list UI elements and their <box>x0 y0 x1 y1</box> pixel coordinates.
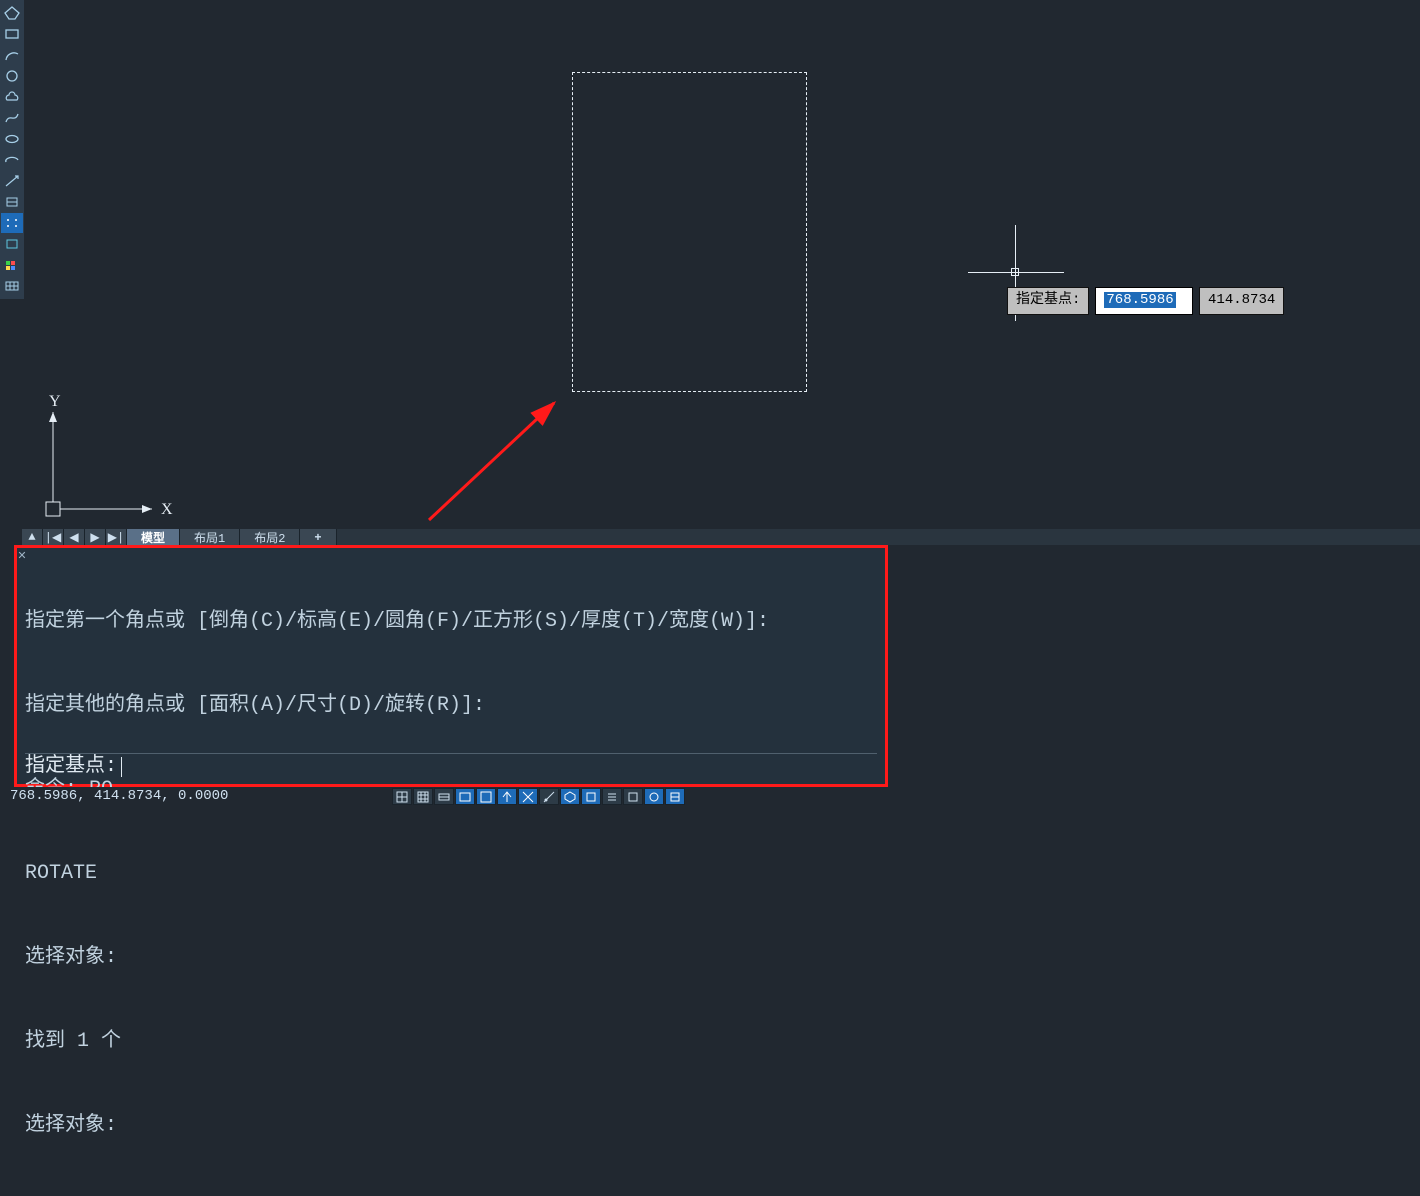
ucs-icon: X Y <box>42 392 192 532</box>
spline-tool[interactable] <box>1 108 23 128</box>
circle-tool[interactable] <box>1 66 23 86</box>
dynamic-input-tooltip: 指定基点: 768.5986 414.8734 <box>1007 287 1284 315</box>
dynamic-input-x[interactable]: 768.5986 <box>1095 287 1193 315</box>
ellipse-tool[interactable] <box>1 129 23 149</box>
status-object-snap[interactable] <box>581 788 601 805</box>
status-isometric-drafting[interactable] <box>518 788 538 805</box>
tab-nav-last[interactable]: ▶| <box>106 529 127 545</box>
tab-layout1[interactable]: 布局1 <box>180 529 240 545</box>
selection-rectangle <box>572 72 807 392</box>
status-infer-constraints[interactable] <box>434 788 454 805</box>
command-window: ✕ 指定第一个角点或 [倒角(C)/标高(E)/圆角(F)/正方形(S)/厚度(… <box>14 545 888 787</box>
arc-tool[interactable] <box>1 45 23 65</box>
status-polar-tracking[interactable] <box>497 788 517 805</box>
command-input[interactable]: 指定基点: <box>25 753 877 780</box>
status-toggle-group <box>392 788 685 805</box>
command-close-icon[interactable]: ✕ <box>16 550 28 562</box>
crosshair-pickbox <box>1011 268 1019 276</box>
status-object-snap-tracking[interactable] <box>539 788 559 805</box>
status-snap-mode[interactable] <box>413 788 433 805</box>
table-tool[interactable] <box>1 276 23 296</box>
rectangle-tool[interactable] <box>1 24 23 44</box>
status-ortho-mode[interactable] <box>476 788 496 805</box>
status-3d-osnap[interactable] <box>560 788 580 805</box>
command-history: 指定第一个角点或 [倒角(C)/标高(E)/圆角(F)/正方形(S)/厚度(T)… <box>25 552 877 1196</box>
cloud-tool[interactable] <box>1 87 23 107</box>
command-caret <box>121 757 122 777</box>
annotation-arrow <box>404 385 604 545</box>
status-selection-cycling[interactable] <box>644 788 664 805</box>
status-bar: 768.5986, 414.8734, 0.0000 <box>10 787 1420 805</box>
dynamic-input-y[interactable]: 414.8734 <box>1199 287 1284 315</box>
tab-nav-next[interactable]: ▶ <box>85 529 106 545</box>
color-blocks-tool[interactable] <box>1 255 23 275</box>
status-transparency[interactable] <box>623 788 643 805</box>
tab-nav-up[interactable]: ▲ <box>22 529 43 545</box>
svg-text:X: X <box>161 501 173 518</box>
dynamic-input-prompt: 指定基点: <box>1007 287 1089 315</box>
status-dynamic-input[interactable] <box>455 788 475 805</box>
status-coordinates[interactable]: 768.5986, 414.8734, 0.0000 <box>10 788 248 804</box>
tab-layout2[interactable]: 布局2 <box>240 529 300 545</box>
svg-text:Y: Y <box>49 393 61 410</box>
status-annotation-monitor[interactable] <box>665 788 685 805</box>
rect-fill-tool[interactable] <box>1 234 23 254</box>
ellipse-arc-tool[interactable] <box>1 150 23 170</box>
draw-toolbar <box>0 0 24 299</box>
ray-tool[interactable] <box>1 171 23 191</box>
status-lineweight[interactable] <box>602 788 622 805</box>
tab-model[interactable]: 模型 <box>127 529 180 545</box>
tab-add[interactable]: + <box>300 529 336 545</box>
drawing-canvas[interactable]: 指定基点: 768.5986 414.8734 X Y <box>24 0 1420 529</box>
helix-tool[interactable] <box>1 192 23 212</box>
point-mode-tool[interactable] <box>1 213 23 233</box>
polygon-tool[interactable] <box>1 3 23 23</box>
layout-tab-strip: ▲ |◀ ◀ ▶ ▶| 模型 布局1 布局2 + <box>22 529 1420 545</box>
tab-nav-first[interactable]: |◀ <box>43 529 64 545</box>
status-grid-display[interactable] <box>392 788 412 805</box>
tab-nav-prev[interactable]: ◀ <box>64 529 85 545</box>
